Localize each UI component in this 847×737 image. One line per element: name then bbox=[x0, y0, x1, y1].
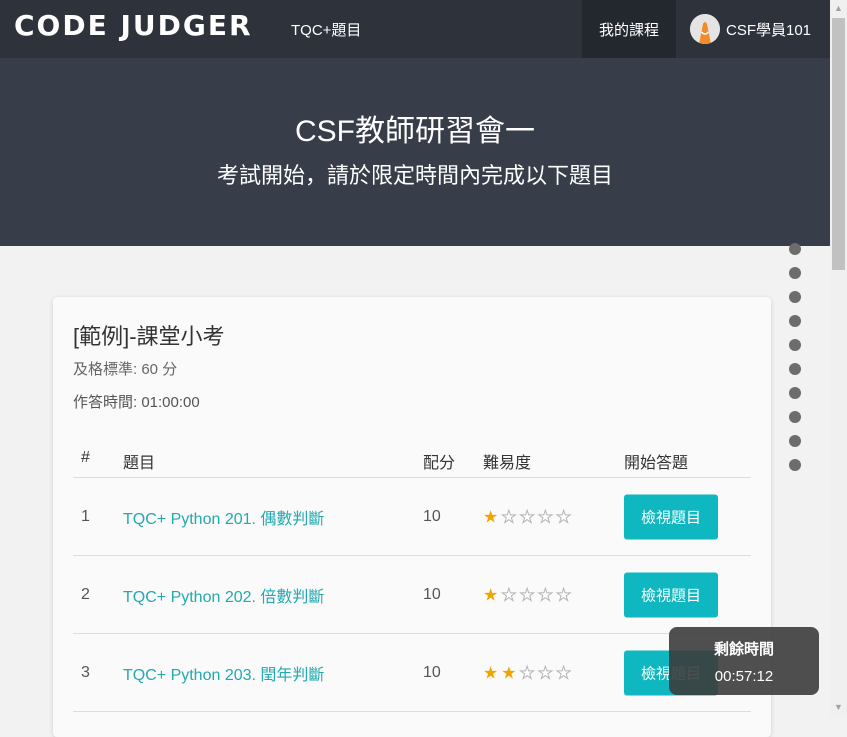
col-header-start: 開始答題 bbox=[624, 455, 689, 472]
timer-value: 00:57:12 bbox=[714, 668, 774, 685]
brand-logo[interactable]: CODE JUDGER bbox=[14, 9, 253, 42]
question-link[interactable]: TQC+ Python 202. 倍數判斷 bbox=[123, 589, 324, 606]
section-dot[interactable] bbox=[789, 267, 801, 279]
row-number: 3 bbox=[81, 663, 90, 681]
user-name: CSF學員101 bbox=[726, 21, 812, 39]
star-empty-icon: ★ bbox=[519, 663, 535, 682]
user-menu[interactable]: CSF學員101 bbox=[690, 12, 811, 46]
star-empty-icon: ★ bbox=[555, 663, 572, 682]
scroll-up-arrow-icon[interactable]: ▲ bbox=[833, 3, 844, 14]
section-dot[interactable] bbox=[789, 315, 801, 327]
page-subtitle: 考試開始，請於限定時間內完成以下題目 bbox=[216, 163, 613, 188]
difficulty-stars: ★ ★ ★ ★ ★ bbox=[483, 663, 572, 682]
section-dot[interactable] bbox=[789, 291, 801, 303]
star-filled-icon: ★ bbox=[483, 585, 499, 604]
view-question-button[interactable]: 檢視題目 bbox=[624, 494, 718, 539]
timer-label: 剩餘時間 bbox=[713, 641, 774, 658]
star-empty-icon: ★ bbox=[519, 585, 535, 604]
page-title: CSF教師研習會一 bbox=[295, 115, 535, 148]
section-dot[interactable] bbox=[789, 363, 801, 375]
section-dot[interactable] bbox=[789, 411, 801, 423]
user-avatar-icon bbox=[690, 14, 720, 44]
top-navbar: CODE JUDGER TQC+題目 我的課程 CSF學員101 bbox=[0, 0, 830, 58]
scroll-thumb[interactable] bbox=[832, 18, 845, 270]
section-dot[interactable] bbox=[789, 387, 801, 399]
nav-link-tqc[interactable]: TQC+題目 bbox=[291, 19, 361, 40]
exam-duration: 作答時間: 01:00:00 bbox=[73, 394, 200, 411]
star-empty-icon: ★ bbox=[519, 507, 535, 526]
difficulty-stars: ★ ★ ★ ★ ★ bbox=[483, 585, 572, 604]
view-question-button[interactable]: 檢視題目 bbox=[624, 572, 718, 617]
row-number: 1 bbox=[81, 507, 90, 525]
row-score: 10 bbox=[423, 585, 441, 603]
row-number: 2 bbox=[81, 585, 90, 603]
exam-card: [範例]-課堂小考 及格標準: 60 分 作答時間: 01:00:00 # 題目… bbox=[53, 297, 771, 737]
nav-my-courses[interactable]: 我的課程 bbox=[582, 0, 676, 58]
section-dots-nav bbox=[789, 243, 801, 483]
section-dot[interactable] bbox=[789, 339, 801, 351]
star-empty-icon: ★ bbox=[501, 507, 517, 526]
col-header-num: # bbox=[81, 449, 90, 466]
remaining-time-widget: 剩餘時間 00:57:12 bbox=[669, 627, 819, 695]
pass-standard: 及格標準: 60 分 bbox=[73, 361, 178, 378]
col-header-score: 配分 bbox=[423, 455, 456, 472]
star-empty-icon: ★ bbox=[537, 585, 553, 604]
table-header: # 題目 配分 難易度 開始答題 bbox=[73, 427, 751, 478]
table-row: 3 TQC+ Python 203. 閏年判斷 10 ★★★★★ 檢視題目 bbox=[73, 634, 751, 712]
section-dot[interactable] bbox=[789, 435, 801, 447]
section-dot[interactable] bbox=[789, 243, 801, 255]
nav-my-courses-label: 我的課程 bbox=[598, 21, 659, 39]
scroll-down-arrow-icon[interactable]: ▼ bbox=[833, 702, 844, 713]
table-row: 2 TQC+ Python 202. 倍數判斷 10 ★ ★ ★ ★ ★ 檢視題目 bbox=[73, 556, 751, 634]
section-dot[interactable] bbox=[789, 459, 801, 471]
question-link[interactable]: TQC+ Python 203. 閏年判斷 bbox=[123, 667, 324, 684]
question-table: # 題目 配分 難易度 開始答題 1 TQC+ Python 201. 偶數判斷… bbox=[73, 427, 751, 712]
star-filled-icon: ★ bbox=[483, 663, 499, 682]
star-empty-icon: ★ bbox=[501, 585, 517, 604]
col-header-difficulty: 難易度 bbox=[483, 455, 532, 472]
row-score: 10 bbox=[423, 507, 441, 525]
table-row: 1 TQC+ Python 201. 偶數判斷 10 ★ ★ ★ ★ ★ 檢視題目 bbox=[73, 478, 751, 556]
page-header: CSF教師研習會一 考試開始，請於限定時間內完成以下題目 bbox=[0, 58, 830, 246]
star-filled-icon: ★ bbox=[483, 507, 499, 526]
page-scrollbar[interactable]: ▲ ▼ bbox=[830, 0, 847, 716]
star-filled-icon: ★ bbox=[501, 663, 517, 682]
exam-title: [範例]-課堂小考 bbox=[73, 324, 225, 349]
question-link[interactable]: TQC+ Python 201. 偶數判斷 bbox=[123, 511, 324, 528]
star-empty-icon: ★ bbox=[555, 507, 572, 526]
col-header-title: 題目 bbox=[123, 455, 156, 472]
star-empty-icon: ★ bbox=[555, 585, 572, 604]
difficulty-stars: ★ ★ ★ ★ ★ bbox=[483, 507, 572, 526]
star-empty-icon: ★ bbox=[537, 663, 553, 682]
star-empty-icon: ★ bbox=[537, 507, 553, 526]
row-score: 10 bbox=[423, 663, 441, 681]
